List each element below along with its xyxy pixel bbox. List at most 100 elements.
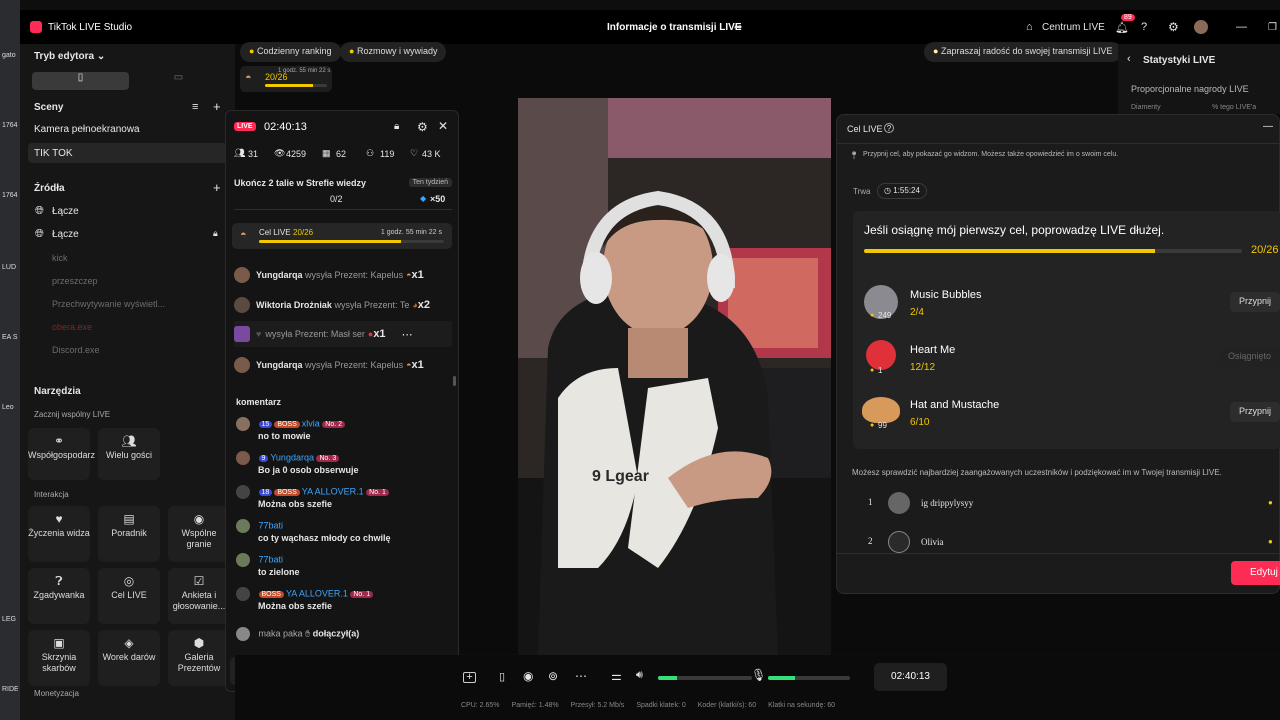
source-item[interactable]: Łącze — [52, 206, 79, 217]
lock-icon[interactable]: 🔒︎ — [213, 228, 218, 239]
source-item[interactable]: Łącze — [52, 229, 79, 240]
source-item[interactable]: Discord.exe — [52, 345, 100, 355]
guessing-tile[interactable]: ❓︎ Zgadywanka — [28, 568, 90, 624]
tools-panel: Narzędzia Zacznij wspólny LIVE ⚭ Współgos… — [20, 374, 235, 720]
source-item[interactable]: Przechwytywanie wyświetl... — [52, 299, 165, 309]
back-arrow-icon[interactable]: ‹ — [1127, 53, 1131, 65]
gift-row[interactable]: ♥ wysyła Prezent: Masł ser ● x1 ⋯ — [234, 321, 452, 347]
chat-message[interactable]: 77bati to zielone — [236, 553, 454, 577]
desktop-strip: gato 1764 1764 LUD EA SP Leo LEG RIDE — [0, 0, 20, 720]
record-icon[interactable]: ◉ — [523, 669, 533, 683]
desktop-icon-label[interactable]: Leo — [2, 404, 18, 411]
talk-chip[interactable]: ● Rozmowy i wywiady — [340, 42, 447, 62]
gift-bag-tile[interactable]: ◈ Worek darów — [98, 630, 160, 686]
minimize-icon[interactable]: — — [1263, 121, 1273, 132]
gift-row[interactable]: Yungdarqa wysyła Prezent: Kapelus ◓ x1 — [234, 352, 452, 378]
chat-message[interactable]: 15 BOSS xlvia No. 2 no to mowie — [236, 417, 454, 441]
scene-item[interactable]: TIK TOK — [34, 148, 73, 159]
help-icon[interactable]: ? — [884, 123, 894, 133]
play-together-tile[interactable]: ◉ Wspólne granie — [168, 506, 230, 562]
daily-ranking-chip[interactable]: ● Codzienny ranking — [240, 42, 341, 62]
cohost-tile[interactable]: ⚭ Współgospodarz — [28, 428, 95, 480]
gift-multiplier: x1 — [373, 328, 386, 340]
followers-count: 119 — [380, 148, 395, 159]
desktop-icon-label[interactable]: gato — [2, 52, 18, 59]
goal-mini-widget[interactable]: ◓ 20/26 1 godz. 55 min 22 s — [240, 66, 332, 92]
edit-button[interactable]: Edytuj — [1231, 561, 1280, 585]
desktop-icon-label[interactable]: 1764 — [2, 122, 18, 129]
treasure-chest-tile[interactable]: ▣ Skrzynia skarbów — [28, 630, 90, 686]
microphone-icon[interactable]: 🎙︎ — [751, 668, 766, 682]
chat-panel: LIVE 02:40:13 🔒︎ ⚙ ✕ 👥︎ 31 👁︎ 4259 ▦ 62 ⚇ 11… — [225, 110, 459, 692]
more-icon[interactable]: ⋯ — [402, 328, 413, 341]
chat-message[interactable]: BOSS YA ALLOVER.1 No. 1 Można obs szefie — [236, 587, 454, 611]
close-icon[interactable]: ✕ — [438, 119, 448, 133]
multi-guest-tile[interactable]: 👥︎ Wielu gości — [98, 428, 160, 480]
source-item[interactable]: przeszczep — [52, 276, 98, 286]
gear-icon[interactable]: ⚙ — [1168, 20, 1179, 34]
editor-mode-dropdown[interactable]: Tryb edytora ⌄ — [34, 51, 105, 62]
task-card[interactable]: Ukończ 2 talie w Strefie wiedzy Ten tydz… — [234, 175, 452, 211]
landscape-toggle[interactable]: ▭ — [130, 72, 227, 90]
avatar[interactable] — [1194, 20, 1208, 34]
source-item[interactable]: kick — [52, 253, 68, 263]
phone-icon[interactable]: ▯ — [499, 670, 505, 683]
chair-text: 9 Lgear — [592, 468, 649, 485]
centrum-live-link[interactable]: Centrum LIVE — [1042, 22, 1105, 33]
ranking-row[interactable]: 1 ig drippylysyy ● — [852, 490, 1280, 516]
desktop-icon-label[interactable]: RIDE — [2, 686, 18, 693]
live-goal-tile[interactable]: ◎ Cel LIVE — [98, 568, 160, 624]
guide-tile[interactable]: ▤ Poradnik — [98, 506, 160, 562]
mic-slider[interactable] — [768, 676, 850, 680]
gift-row[interactable]: Yungdarqa wysyła Prezent: Kapelus ◓ x1 — [234, 262, 452, 288]
desktop-icon-label[interactable]: 1764 — [2, 192, 18, 199]
pin-button[interactable]: Przypnij — [1229, 402, 1280, 422]
poll-tile[interactable]: ☑ Ankieta i głosowanie... — [168, 568, 230, 624]
gear-icon[interactable]: ⚙ — [417, 120, 428, 134]
chat-message[interactable]: 18 BOSS YA ALLOVER.1 No. 1 Można obs szefi… — [236, 485, 454, 509]
desktop-icon-label[interactable]: LUD — [2, 264, 18, 271]
pin-hint: Przypnij cel, aby pokazać go widzom. Moż… — [863, 151, 1119, 158]
scrollbar[interactable] — [453, 376, 456, 386]
share-icon[interactable]: ➦ — [734, 22, 742, 33]
coin-icon: ● — [1268, 498, 1273, 507]
stream-info-title[interactable]: Informacje o transmisji LIVE — [607, 22, 741, 33]
effects-icon[interactable]: ⊚ — [548, 669, 558, 683]
add-source-icon[interactable]: + — [213, 180, 221, 195]
upload-status: Przesył: 5.2 Mb/s — [570, 702, 625, 709]
gift-row[interactable]: Wiktoria Drożniak wysyła Prezent: Te ◕ x2 — [234, 292, 452, 318]
gift-gallery-tile[interactable]: ⬢ Galeria Prezentów — [168, 630, 230, 686]
camera-preview[interactable]: 9 Lgear — [518, 98, 831, 655]
source-item[interactable]: obera.exe — [52, 322, 92, 332]
desktop-icon-label[interactable]: EA SP — [2, 334, 18, 341]
bell-icon[interactable]: 🔔︎ — [1115, 21, 1129, 34]
chat-message[interactable]: 9 Yungdarqa No. 3 Bo ja 0 osob obserwuje — [236, 451, 454, 475]
maximize-icon[interactable]: ❐ — [1268, 22, 1277, 33]
wishes-tile[interactable]: ♥ Życzenia widza — [28, 506, 90, 562]
pin-button[interactable]: Przypnij — [1229, 292, 1280, 312]
ranking-row[interactable]: 2 Olivia ● — [852, 529, 1280, 555]
list-icon[interactable]: ≡ — [192, 101, 198, 113]
minimize-icon[interactable]: — — [1236, 21, 1247, 33]
desktop-icon-label[interactable]: LEG — [2, 616, 18, 623]
volume-slider[interactable] — [658, 676, 752, 680]
goal-card[interactable]: ◓ Cel LIVE 20/26 1 godz. 55 min 22 s — [232, 223, 452, 249]
goal-timer: 1 godz. 55 min 22 s — [380, 229, 442, 236]
sliders-icon[interactable]: ⚌ — [611, 669, 622, 683]
speaker-icon[interactable]: 🔊︎ — [636, 669, 643, 682]
portrait-toggle[interactable]: ▯ — [32, 72, 129, 90]
add-scene-icon[interactable]: + — [213, 99, 221, 114]
add-source-icon[interactable]: + — [463, 672, 476, 683]
chat-message[interactable]: 77bati co ty wąchasz młody co chwilę — [236, 519, 454, 543]
home-icon[interactable]: ⌂ — [1026, 21, 1033, 33]
more-icon[interactable]: ⋯ — [575, 669, 587, 683]
help-icon[interactable]: ? — [1141, 21, 1147, 33]
join-text: dołączył(a) — [312, 628, 360, 639]
lock-icon[interactable]: 🔒︎ — [394, 121, 399, 132]
coin-icon: ● — [870, 422, 875, 429]
scene-item[interactable]: Kamera pełnoekranowa — [34, 124, 140, 135]
fps-status: Klatki na sekundę: 60 — [768, 702, 836, 709]
tile-label: Życzenia widza — [28, 528, 90, 538]
invite-chip[interactable]: ● Zapraszaj radość do swojej transmisji … — [924, 42, 1122, 62]
boss-badge: BOSS — [258, 591, 284, 599]
